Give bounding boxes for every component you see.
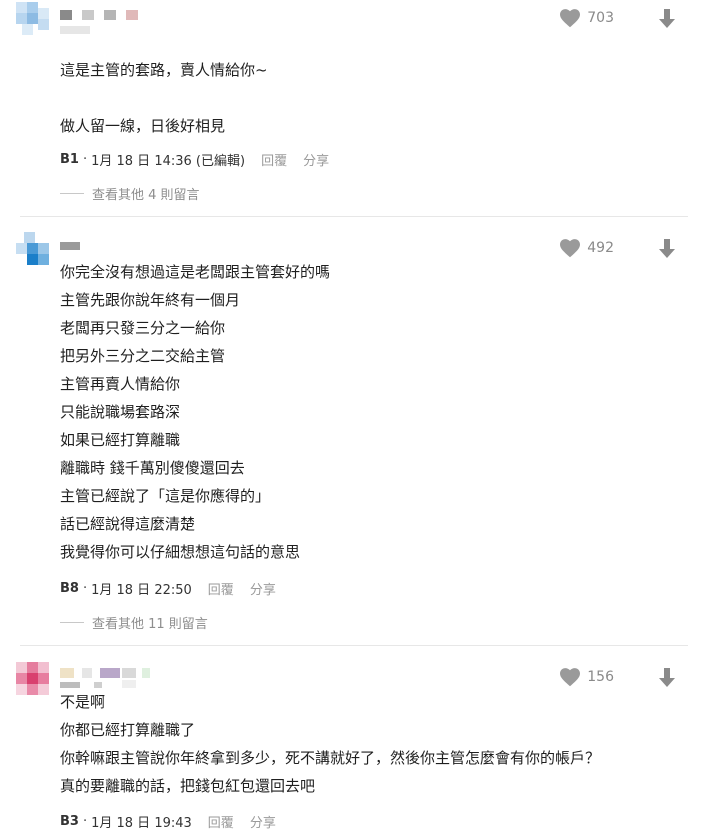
comment-line: 把另外三分之二交給主管 [60,347,226,365]
floor-number[interactable]: B3 [60,814,79,829]
view-more-label: 查看其他 11 則留言 [92,617,208,632]
view-more-replies[interactable]: 查看其他 11 則留言 [60,613,208,632]
arrow-down-icon [656,668,678,693]
dislike-button[interactable] [656,667,678,689]
timestamp: 1月 18 日 22:50 [91,583,192,598]
comment-line: 我覺得你可以仔細想想這句話的意思 [60,543,301,561]
view-more-label: 查看其他 4 則留言 [92,188,200,203]
like-button[interactable]: 703 [559,8,614,28]
like-button[interactable]: 492 [559,238,614,258]
divider-line [60,193,84,194]
floor-number[interactable]: B8 [60,581,79,596]
like-count: 703 [587,10,614,26]
comment-line: 不是啊 [60,693,106,711]
reply-button[interactable]: 回覆 [261,150,287,169]
share-button[interactable]: 分享 [250,812,276,831]
heart-icon [559,667,581,687]
comment-line: 主管再賣人情給你 [60,375,181,393]
divider [20,645,688,646]
meta-separator: · [82,152,88,167]
comment-body: 不是啊 你都已經打算離職了 你幹嘛跟主管說你年終拿到多少，死不講就好了，然後你主… [60,688,600,800]
like-button[interactable]: 156 [559,667,614,687]
comment-line: 這是主管的套路，賣人情給你~ [60,61,268,79]
comment-line: 只能說職場套路深 [60,403,181,421]
reply-button[interactable]: 回覆 [208,579,234,598]
comment-line: 真的要離職的話，把錢包紅包還回去吧 [60,777,316,795]
divider [20,216,688,217]
comment-line: 主管已經說了「這是你應得的」 [60,487,271,505]
comment-line: 離職時 錢千萬別傻傻還回去 [60,459,245,477]
comment-line: 你完全沒有想過這是老闆跟主管套好的嗎 [60,263,331,281]
comment-body: 你完全沒有想過這是老闆跟主管套好的嗎 主管先跟你說年終有一個月 老闆再只發三分之… [60,258,330,566]
dislike-button[interactable] [656,8,678,30]
like-count: 156 [587,669,614,685]
divider-line [60,622,84,623]
comment-meta: B1 · 1月 18 日 14:36 (已編輯) 回覆 分享 [60,150,329,169]
heart-icon [559,238,581,258]
arrow-down-icon [656,239,678,264]
author-name-blurred[interactable] [60,10,150,34]
comment-line: 你都已經打算離職了 [60,721,196,739]
author-name-blurred[interactable] [60,242,100,252]
meta-separator: · [82,581,88,596]
comment-line: 老闆再只發三分之一給你 [60,319,226,337]
like-count: 492 [587,240,614,256]
timestamp: 1月 18 日 14:36 (已編輯) [91,154,246,169]
comment-line: 話已經說得這麼清楚 [60,515,196,533]
comment-meta: B8 · 1月 18 日 22:50 回覆 分享 [60,579,276,598]
avatar[interactable] [16,232,50,266]
view-more-replies[interactable]: 查看其他 4 則留言 [60,184,200,203]
dislike-button[interactable] [656,238,678,260]
heart-icon [559,8,581,28]
share-button[interactable]: 分享 [303,150,329,169]
meta-separator: · [82,814,88,829]
arrow-down-icon [656,9,678,34]
share-button[interactable]: 分享 [250,579,276,598]
avatar[interactable] [16,2,50,36]
floor-number[interactable]: B1 [60,152,79,167]
comment-line: 主管先跟你說年終有一個月 [60,291,241,309]
comment-line [60,84,268,112]
comment-meta: B3 · 1月 18 日 19:43 回覆 分享 [60,812,276,831]
comment-line: 如果已經打算離職 [60,431,181,449]
comment-body: 這是主管的套路，賣人情給你~ 做人留一線，日後好相見 [60,56,268,140]
timestamp: 1月 18 日 19:43 [91,816,192,831]
reply-button[interactable]: 回覆 [208,812,234,831]
avatar[interactable] [16,662,50,696]
author-name-blurred[interactable] [60,668,160,688]
comment-line: 你幹嘛跟主管說你年終拿到多少，死不講就好了，然後你主管怎麼會有你的帳戶？ [60,749,601,767]
comment-line: 做人留一線，日後好相見 [60,117,226,135]
